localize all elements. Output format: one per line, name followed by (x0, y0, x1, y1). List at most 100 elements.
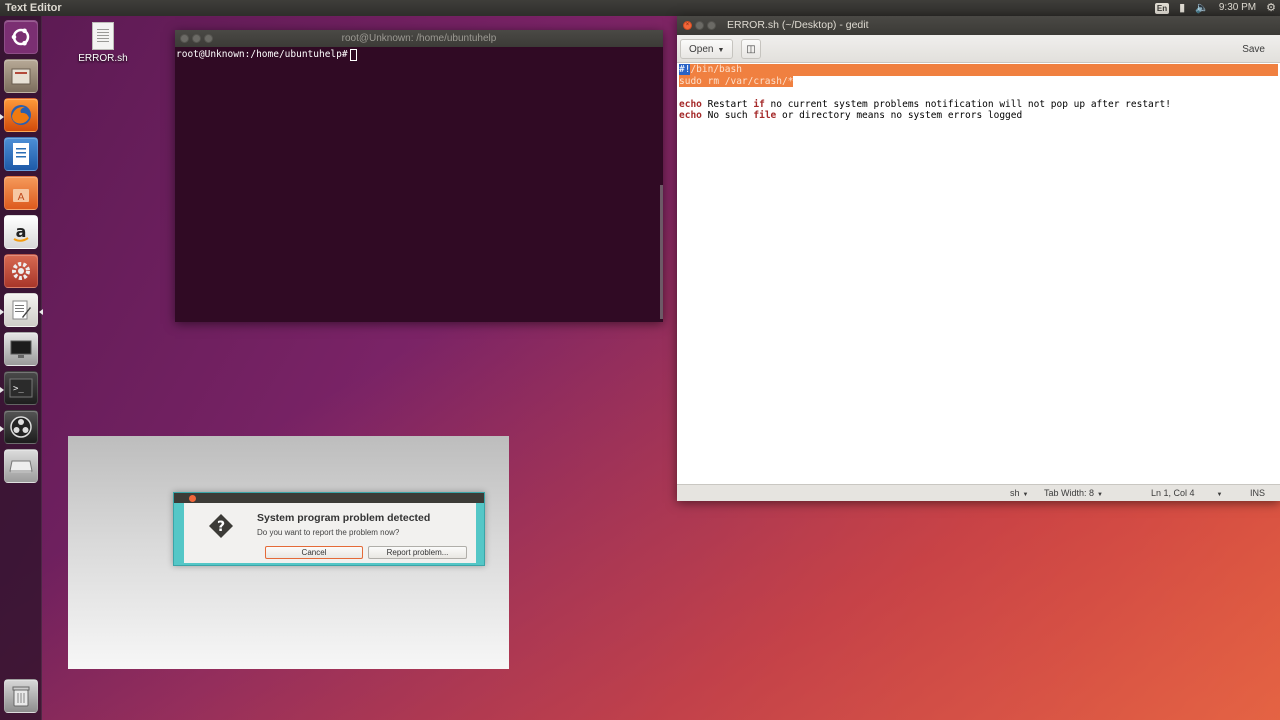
gedit-statusbar: sh ▼ Tab Width: 8 ▼ Ln 1, Col 4 ▼ INS (677, 484, 1280, 501)
insert-mode-indicator: INS (1250, 488, 1266, 498)
drive-launcher[interactable] (4, 449, 38, 483)
new-tab-icon: ◫ (746, 44, 756, 55)
maximize-icon[interactable] (707, 21, 716, 30)
libreoffice-writer-icon (13, 143, 29, 165)
text-editor-icon (12, 300, 31, 320)
dialog-title: System program problem detected (257, 512, 431, 524)
indicator-area: En ▮ 🔈 9:30 PM ⚙ (1154, 0, 1276, 16)
terminal-icon: >_ (9, 378, 33, 398)
terminal-prompt: root@Unknown:/home/ubuntuhelp# (176, 49, 348, 60)
svg-text:?: ? (217, 519, 225, 535)
volume-icon[interactable]: 🔈 (1195, 0, 1209, 16)
code-token: no current system problems notification … (764, 98, 1171, 110)
svg-text:A: A (18, 192, 25, 203)
svg-text:>_: >_ (13, 384, 24, 394)
open-button[interactable]: Open ▼ (680, 39, 734, 59)
shopping-bag-icon: A (13, 189, 29, 203)
keyboard-layout-indicator[interactable]: En (1154, 2, 1170, 14)
settings-launcher[interactable] (4, 254, 38, 288)
chevron-down-icon: ▼ (1022, 492, 1029, 498)
terminal-title: root@Unknown: /home/ubuntuhelp (341, 33, 497, 44)
shell-script-file-icon (92, 22, 114, 50)
gedit-titlebar[interactable]: × ERROR.sh (~/Desktop) - gedit (677, 16, 1280, 35)
terminal-output[interactable]: root@Unknown:/home/ubuntuhelp# (175, 47, 663, 322)
new-document-button[interactable]: ◫ (741, 39, 761, 59)
chevron-down-icon: ▼ (1216, 492, 1223, 498)
gedit-window[interactable]: × ERROR.sh (~/Desktop) - gedit Open ▼ ◫ S… (677, 16, 1280, 501)
dash-button[interactable] (4, 20, 38, 54)
cursor-position-selector[interactable]: Ln 1, Col 4 ▼ (1151, 485, 1222, 503)
problem-dialog: ? System program problem detected Do you… (173, 492, 485, 566)
desktop-file-icon[interactable]: ERROR.sh (78, 22, 128, 64)
files-launcher[interactable] (4, 59, 38, 93)
code-line: echo No such file or directory means no … (679, 110, 1278, 122)
top-panel: Text Editor En ▮ 🔈 9:30 PM ⚙ (0, 0, 1280, 16)
trash-icon (12, 686, 30, 707)
amazon-icon: a (13, 222, 29, 242)
text-editor-launcher[interactable] (4, 293, 38, 327)
terminal-titlebar[interactable]: root@Unknown: /home/ubuntuhelp (175, 30, 663, 47)
minimize-icon[interactable] (695, 21, 704, 30)
tab-width-label: Tab Width: 8 (1044, 488, 1095, 498)
language-label: sh (1010, 488, 1020, 498)
settings-gear-icon (12, 262, 30, 280)
tab-width-selector[interactable]: Tab Width: 8 ▼ (1044, 485, 1103, 503)
window-controls: × (683, 21, 716, 30)
terminal-launcher[interactable]: >_ (4, 371, 38, 405)
terminal-scrollbar[interactable] (660, 185, 663, 319)
dialog-body: ? System program problem detected Do you… (184, 503, 476, 563)
code-token: #! (679, 64, 691, 75)
cancel-button[interactable]: Cancel (265, 546, 363, 559)
clock[interactable]: 9:30 PM (1219, 0, 1256, 16)
dialog-message: Do you want to report the problem now? (257, 528, 400, 537)
launcher: A a >_ (0, 16, 43, 720)
running-indicator (0, 114, 4, 120)
language-selector[interactable]: sh ▼ (1010, 485, 1028, 503)
chevron-down-icon: ▼ (1097, 492, 1103, 498)
obs-launcher[interactable] (4, 410, 38, 444)
close-icon[interactable]: × (683, 21, 692, 30)
active-app-title: Text Editor (5, 2, 62, 14)
firefox-icon (11, 105, 31, 125)
code-token: No such (701, 110, 754, 121)
file-manager-icon (11, 68, 31, 85)
code-keyword: echo (679, 98, 702, 110)
save-button[interactable]: Save (1233, 39, 1274, 59)
amazon-launcher[interactable]: a (4, 215, 38, 249)
running-indicator (0, 309, 4, 315)
desktop-file-label: ERROR.sh (78, 53, 128, 64)
code-keyword: echo (679, 110, 702, 121)
terminal-cursor (349, 48, 357, 61)
battery-icon[interactable]: ▮ (1179, 0, 1185, 16)
software-center-launcher[interactable]: A (4, 176, 38, 210)
monitor-icon (10, 340, 32, 358)
code-keyword: file (753, 110, 777, 121)
maximize-icon[interactable] (204, 34, 213, 43)
close-icon[interactable] (180, 34, 189, 43)
writer-launcher[interactable] (4, 137, 38, 171)
display-launcher[interactable] (4, 332, 38, 366)
power-gear-icon[interactable]: ⚙ (1266, 0, 1276, 16)
code-line: sudo rm /var/crash/* (679, 75, 794, 87)
minimize-icon[interactable] (192, 34, 201, 43)
firefox-launcher[interactable] (4, 98, 38, 132)
question-icon: ? (209, 514, 233, 538)
code-keyword: if (753, 98, 765, 110)
svg-text:a: a (16, 222, 27, 241)
code-token: Restart (701, 98, 754, 110)
trash-launcher[interactable] (4, 679, 38, 713)
running-indicator (0, 387, 4, 393)
close-icon[interactable] (189, 495, 196, 502)
code-token: or directory means no system errors logg… (776, 110, 1023, 121)
gedit-toolbar: Open ▼ ◫ Save (677, 35, 1280, 63)
terminal-window[interactable]: root@Unknown: /home/ubuntuhelp root@Unkn… (175, 30, 663, 322)
code-token: /bin/bash (690, 64, 742, 75)
code-line: #!/bin/bash (679, 64, 1278, 76)
code-line: echo Restart if no current system proble… (679, 99, 1278, 111)
ubuntu-logo-icon (11, 28, 30, 46)
dialog-preview-window: ? System program problem detected Do you… (68, 436, 509, 669)
report-problem-button[interactable]: Report problem... (368, 546, 467, 559)
dialog-titlebar[interactable] (174, 493, 484, 503)
obs-icon (10, 416, 32, 438)
code-editor[interactable]: #!/bin/bash sudo rm /var/crash/* echo Re… (678, 64, 1278, 482)
